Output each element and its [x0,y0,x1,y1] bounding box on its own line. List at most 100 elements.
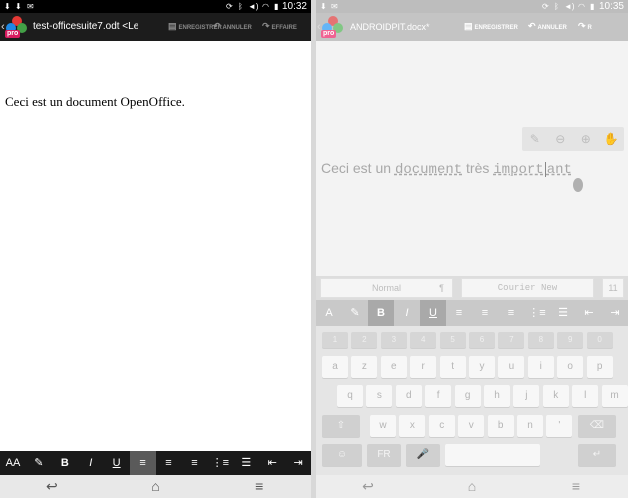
letter-key[interactable]: i [527,356,554,378]
save-button[interactable]: ▤ ENREGISTRER [464,21,518,32]
paint-brush-icon[interactable]: ✎ [522,127,548,151]
letter-key[interactable]: v [458,415,485,437]
enter-key[interactable]: ↵ [578,444,616,466]
letter-key[interactable]: o [557,356,584,378]
number-key[interactable]: 0 [586,332,613,348]
shift-key[interactable]: ⇧ [322,415,360,437]
letter-key[interactable]: s [366,385,393,407]
system-nav-bar: ↩ ⌂ ≡ [316,475,628,498]
officesuite-logo[interactable]: pro [321,16,344,38]
menu-nav-icon[interactable]: ≡ [524,475,628,498]
letter-key[interactable]: y [469,356,495,378]
font-family-select[interactable]: Courier New [461,278,594,298]
paragraph-style-select[interactable]: Normal ¶ [320,278,453,298]
cursor-handle[interactable] [573,178,583,192]
letter-key[interactable]: e [380,356,407,378]
font-size-icon[interactable]: A [316,300,342,326]
number-key[interactable]: 9 [557,332,584,348]
battery-icon: ▮ [274,2,279,11]
language-key[interactable]: FR [367,444,401,466]
underline-button[interactable]: U [104,451,130,475]
zoom-out-icon[interactable]: ⊖ [548,127,574,151]
numbered-list-button[interactable]: ⋮≡ [524,300,550,326]
number-key[interactable]: 6 [469,332,495,348]
align-left-button[interactable]: ≡ [129,451,156,475]
zoom-in-icon[interactable]: ⊕ [573,127,599,151]
backspace-key[interactable]: ⌫ [578,415,616,437]
letter-key[interactable]: n [517,415,543,437]
letter-key[interactable]: w [370,415,396,437]
letter-key[interactable]: d [395,385,422,407]
bold-button[interactable]: B [368,300,394,326]
text-cursor [544,161,546,177]
letter-key[interactable]: c [428,415,455,437]
decrease-indent-button[interactable]: ⇤ [259,451,285,475]
increase-indent-button[interactable]: ⇥ [602,300,628,326]
home-nav-icon[interactable]: ⌂ [420,475,524,498]
italic-button[interactable]: I [78,451,104,475]
letter-key[interactable]: k [542,385,569,407]
letter-key[interactable]: b [487,415,514,437]
letter-key[interactable]: f [425,385,452,407]
bullet-list-button[interactable]: ☰ [550,300,576,326]
apostrophe-key[interactable]: ' [546,415,573,437]
letter-key[interactable]: l [572,385,599,407]
redo-button[interactable]: ↷ EFFAIRE [262,21,297,32]
menu-nav-icon[interactable]: ≡ [207,475,311,498]
back-nav-icon[interactable]: ↩ [316,475,420,498]
document-body-text[interactable]: Ceci est un document OpenOffice. [5,94,185,110]
number-key[interactable]: 8 [527,332,554,348]
system-nav-bar: ↩ ⌂ ≡ [0,475,311,498]
letter-key[interactable]: x [399,415,426,437]
undo-button[interactable]: ↶ ANNULER [213,21,252,32]
paint-brush-icon[interactable]: ✎ [26,451,52,475]
number-key[interactable]: 3 [380,332,407,348]
align-right-button[interactable]: ≡ [181,451,207,475]
undo-icon: ↶ [213,21,221,31]
letter-key[interactable]: z [351,356,378,378]
letter-key[interactable]: t [439,356,466,378]
letter-key[interactable]: g [454,385,481,407]
increase-indent-button[interactable]: ⇥ [285,451,311,475]
align-center-button[interactable]: ≡ [156,451,182,475]
font-size-icon[interactable]: AA [0,451,26,475]
number-key[interactable]: 1 [322,332,348,348]
numbered-list-button[interactable]: ⋮≡ [207,451,233,475]
officesuite-logo[interactable]: pro [5,16,28,38]
align-center-button[interactable]: ≡ [472,300,498,326]
align-left-button[interactable]: ≡ [446,300,472,326]
style-selector-bar: Normal ¶ Courier New 11 [316,276,628,300]
align-right-button[interactable]: ≡ [498,300,524,326]
back-nav-icon[interactable]: ↩ [0,475,104,498]
undo-button[interactable]: ↶ ANNULER [528,21,567,32]
redo-button[interactable]: ↷ R [578,21,592,32]
text-run-underlined: import [493,162,544,178]
document-body-text[interactable]: Ceci est un document très import ant [321,160,572,178]
font-size-select[interactable]: 11 [602,278,624,298]
number-key[interactable]: 2 [351,332,378,348]
letter-key[interactable]: u [498,356,525,378]
number-key[interactable]: 4 [410,332,437,348]
paint-brush-icon[interactable]: ✎ [342,300,368,326]
hand-icon[interactable]: ✋ [599,127,625,151]
letter-key[interactable]: r [410,356,437,378]
letter-key[interactable]: a [322,356,348,378]
left-phone-screen: ⬇ ⬇ ✉ ⟳ ᛒ ◄) ◠ ▮ 10:32 ‹ pro test-office… [0,0,311,498]
bold-button[interactable]: B [52,451,78,475]
letter-key[interactable]: m [601,385,628,407]
number-key[interactable]: 5 [439,332,466,348]
mail-icon: ✉ [331,2,338,11]
letter-key[interactable]: p [586,356,613,378]
decrease-indent-button[interactable]: ⇤ [576,300,602,326]
letter-key[interactable]: h [484,385,510,407]
letter-key[interactable]: q [337,385,363,407]
letter-key[interactable]: j [513,385,540,407]
underline-button[interactable]: U [420,300,446,326]
emoji-key[interactable]: ☺ [322,444,362,466]
number-key[interactable]: 7 [498,332,525,348]
microphone-key[interactable]: 🎤 [406,444,440,466]
home-nav-icon[interactable]: ⌂ [104,475,208,498]
italic-button[interactable]: I [394,300,420,326]
space-key[interactable] [445,444,540,466]
bullet-list-button[interactable]: ☰ [233,451,259,475]
